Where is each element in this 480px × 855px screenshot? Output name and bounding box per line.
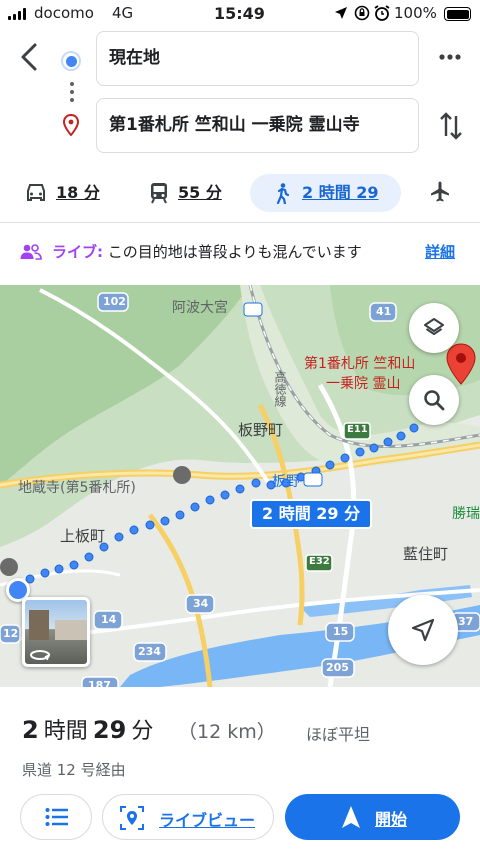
road-205: 205: [326, 661, 349, 674]
back-arrow-icon[interactable]: [18, 42, 40, 72]
duration-number-2: 29: [92, 716, 127, 744]
car-icon: [27, 184, 45, 201]
label-katsuzui: 勝瑞: [452, 506, 480, 522]
live-label: ライブ:: [52, 243, 103, 261]
duration-unit-1: 時間: [43, 719, 88, 744]
people-icon: [20, 244, 42, 260]
alarm-icon: [374, 5, 390, 21]
road-234: 234: [138, 645, 161, 658]
road-34: 34: [193, 597, 209, 610]
train-icon: [151, 183, 167, 204]
start-button[interactable]: 開始: [285, 794, 460, 840]
layers-button[interactable]: [409, 303, 459, 353]
mode-car-label: 18 分: [56, 183, 100, 202]
swap-icon[interactable]: [438, 110, 464, 142]
label-itano-cho: 板野町: [238, 421, 284, 439]
carrier-name: docomo: [34, 4, 94, 22]
list-icon: [45, 808, 68, 826]
flight-icon[interactable]: [428, 180, 452, 204]
navigation-arrow-icon: [411, 618, 435, 642]
duration-badge: 2 時間 29 分: [250, 499, 373, 529]
origin-field[interactable]: 現在地: [96, 31, 419, 86]
details-link[interactable]: 詳細: [425, 241, 455, 262]
road-e32: E32: [309, 556, 330, 567]
walk-icon: [276, 183, 290, 204]
road-12: 12: [3, 627, 19, 640]
search-icon: [424, 390, 445, 411]
live-view-pin-icon: [120, 806, 144, 830]
layers-icon: [424, 318, 444, 335]
status-bar: docomo 4G 15:49 100%: [0, 0, 480, 28]
mode-walk-label: 2 時間 29: [302, 183, 379, 202]
battery-percent: 100%: [394, 4, 437, 22]
duration-number-1: 2: [22, 716, 39, 744]
route-via: 県道 12 号経由: [22, 761, 126, 779]
label-awa-omiya: 阿波大宮: [172, 300, 228, 316]
route-connector-dots: [70, 82, 74, 104]
duration-badge-text: 2 時間 29 分: [262, 504, 361, 523]
duration-unit-2: 分: [131, 719, 154, 744]
live-message: この目的地は普段よりも混んでいます: [107, 243, 362, 261]
network-type: 4G: [112, 4, 134, 22]
live-view-button[interactable]: ライブビュー: [102, 794, 274, 840]
road-e11: E11: [347, 424, 368, 435]
more-options-icon[interactable]: [438, 52, 462, 62]
start-arrow-icon: [342, 806, 360, 828]
road-14: 14: [101, 613, 117, 626]
origin-dot-icon: [61, 51, 81, 71]
road-187: 187: [88, 679, 111, 687]
street-view-thumbnail[interactable]: [22, 597, 90, 667]
label-jizoji: 地蔵寺(第5番札所): [18, 480, 136, 496]
clock: 15:49: [214, 4, 265, 23]
origin-text: 現在地: [109, 48, 160, 68]
label-destination-2: 一乗院 霊山: [326, 376, 401, 392]
label-destination-1: 第1番札所 竺和山: [304, 356, 416, 372]
location-arrow-icon: [335, 7, 347, 19]
search-along-route-button[interactable]: [409, 375, 459, 425]
road-102: 102: [103, 295, 126, 308]
destination-field[interactable]: 第1番札所 竺和山 一乗院 霊山寺: [96, 98, 419, 153]
destination-pin-icon: [63, 114, 79, 136]
distance: （12 km）: [178, 721, 276, 743]
destination-text: 第1番札所 竺和山 一乗院 霊山寺: [109, 115, 360, 135]
live-info-text: ライブ: この目的地は普段よりも混んでいます: [52, 241, 362, 262]
steps-button[interactable]: [20, 794, 92, 840]
label-takamatsu-line: 高徳線: [273, 371, 287, 407]
road-15: 15: [333, 625, 349, 638]
destination-marker-icon[interactable]: [446, 343, 476, 385]
label-itano-station: 板野: [272, 474, 300, 490]
street-view-360-icon: [30, 650, 51, 661]
road-37: 37: [458, 615, 474, 628]
mode-walk[interactable]: 2 時間 29: [250, 174, 401, 212]
map-view[interactable]: 阿波大宮 高徳線 板野町 板野 地蔵寺(第5番札所) 上板町 藍住町 勝瑞 第1…: [0, 285, 480, 687]
signal-icon: [8, 8, 28, 20]
mode-transit-label: 55 分: [178, 183, 222, 202]
recenter-button[interactable]: [388, 595, 458, 665]
start-label: 開始: [375, 810, 408, 829]
label-aizumi: 藍住町: [403, 545, 449, 563]
road-41: 41: [376, 305, 392, 318]
divider: [0, 222, 480, 223]
label-kamiita: 上板町: [60, 527, 106, 545]
duration: 2 時間 29 分: [22, 713, 153, 745]
lock-rotation-icon: [354, 5, 370, 21]
terrain-note: ほぼ平坦: [306, 725, 371, 744]
battery-icon: [444, 7, 471, 21]
live-view-label: ライブビュー: [159, 811, 256, 830]
